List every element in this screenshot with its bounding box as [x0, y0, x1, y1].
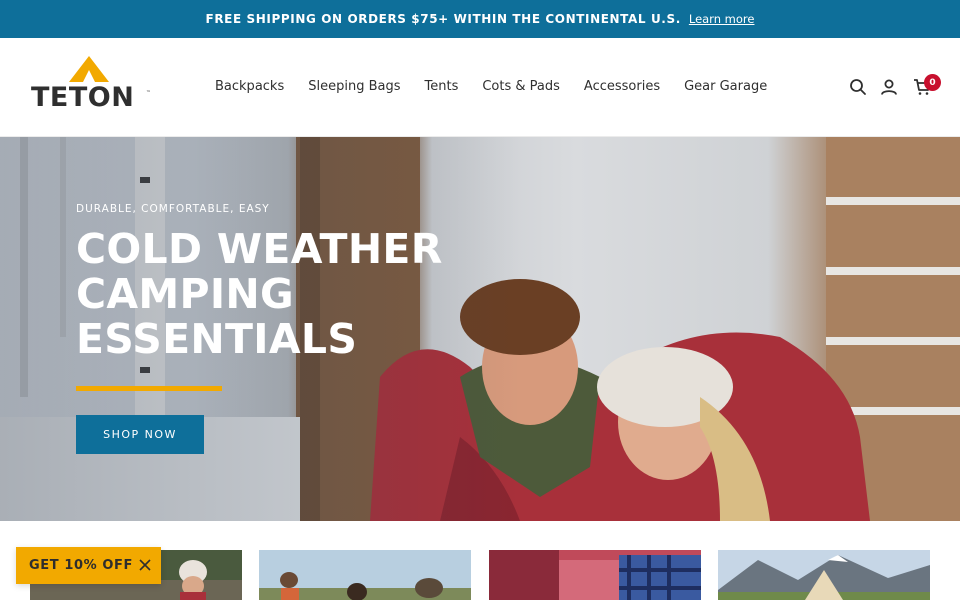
hero-accent-rule	[76, 386, 222, 391]
search-icon[interactable]	[849, 78, 867, 96]
nav-cots-pads[interactable]: Cots & Pads	[482, 79, 560, 94]
discount-label: GET 10% OFF	[29, 558, 133, 573]
shop-now-button[interactable]: SHOP NOW	[76, 415, 204, 454]
cart-count-badge: 0	[924, 74, 941, 91]
announcement-bar: FREE SHIPPING ON ORDERS $75+ WITHIN THE …	[0, 0, 960, 38]
announcement-text: FREE SHIPPING ON ORDERS $75+ WITHIN THE …	[205, 12, 681, 26]
category-tile-2[interactable]	[259, 550, 471, 600]
nav-gear-garage[interactable]: Gear Garage	[684, 79, 767, 94]
nav-tents[interactable]: Tents	[425, 79, 459, 94]
nav-sleeping-bags[interactable]: Sleeping Bags	[308, 79, 400, 94]
mountain-logo-icon	[69, 56, 109, 82]
hero-eyebrow: DURABLE, COMFORTABLE, EASY	[76, 203, 270, 215]
teton-logo[interactable]: TETON ™	[31, 56, 151, 116]
main-nav: Backpacks Sleeping Bags Tents Cots & Pad…	[215, 79, 791, 94]
discount-popup[interactable]: GET 10% OFF	[16, 547, 161, 584]
hero-title: COLD WEATHER CAMPING ESSENTIALS	[76, 225, 443, 363]
logo-wordmark: TETON	[31, 82, 135, 113]
category-tile-3[interactable]	[489, 550, 701, 600]
close-icon[interactable]	[139, 559, 151, 571]
category-tile-4[interactable]	[718, 550, 930, 600]
hero-banner: DURABLE, COMFORTABLE, EASY COLD WEATHER …	[0, 137, 960, 521]
site-header: TETON ™ Backpacks Sleeping Bags Tents Co…	[0, 38, 960, 137]
logo-trademark: ™	[146, 90, 151, 96]
user-icon[interactable]	[880, 78, 898, 96]
learn-more-link[interactable]: Learn more	[689, 12, 755, 26]
nav-accessories[interactable]: Accessories	[584, 79, 660, 94]
nav-backpacks[interactable]: Backpacks	[215, 79, 284, 94]
